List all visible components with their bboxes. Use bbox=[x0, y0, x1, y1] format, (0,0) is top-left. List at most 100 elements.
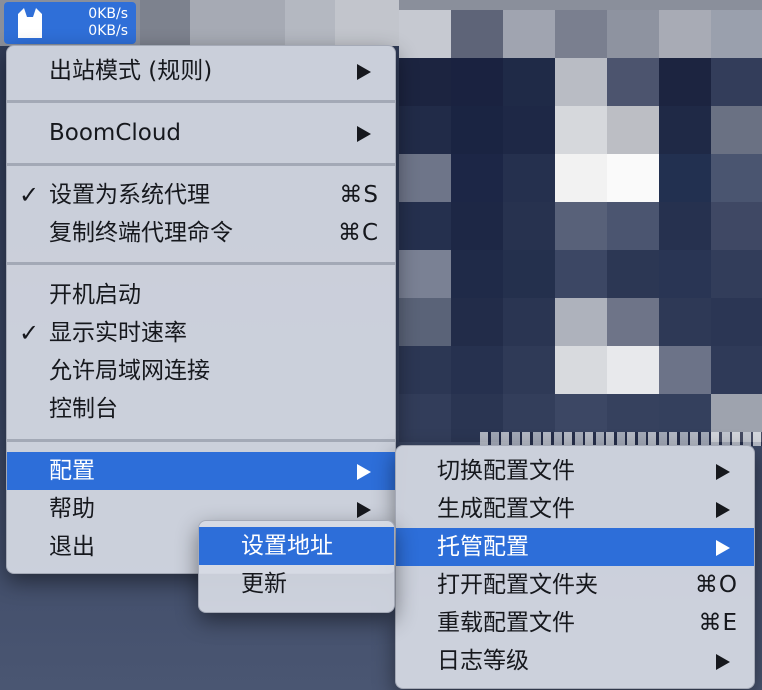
photo-pixel bbox=[503, 250, 555, 298]
menu-item-show-speed[interactable]: ✓ 显示实时速率 bbox=[7, 314, 395, 352]
menu-item-label: 显示实时速率 bbox=[49, 320, 187, 346]
photo-pixel bbox=[659, 250, 711, 298]
menu-item-label: BoomCloud bbox=[49, 120, 182, 146]
photo-pixel bbox=[607, 250, 659, 298]
menu-item-open-config-folder[interactable]: 打开配置文件夹 ⌘O bbox=[396, 566, 754, 604]
menu-separator bbox=[7, 262, 395, 265]
photo-pixel bbox=[659, 58, 711, 106]
menu-item-update[interactable]: 更新 bbox=[199, 565, 394, 603]
photo-pixel bbox=[711, 58, 762, 106]
photo-pixel bbox=[451, 250, 503, 298]
download-speed: 0KB/s bbox=[88, 23, 128, 39]
photo-pixel bbox=[555, 298, 607, 346]
menu-item-reload-config[interactable]: 重载配置文件 ⌘E bbox=[396, 604, 754, 642]
menu-item-set-url[interactable]: 设置地址 bbox=[199, 527, 394, 565]
photo-pixel bbox=[503, 106, 555, 154]
submenu-arrow-icon bbox=[357, 64, 371, 80]
menu-item-label: 设置地址 bbox=[241, 533, 333, 559]
menu-item-label: 日志等级 bbox=[437, 648, 529, 674]
menu-item-config[interactable]: 配置 bbox=[7, 452, 395, 490]
menu-bar-region bbox=[190, 0, 285, 46]
checkmark-icon: ✓ bbox=[19, 319, 40, 347]
photo-pixel bbox=[555, 106, 607, 154]
submenu-arrow-icon bbox=[357, 502, 371, 518]
photo-pixel bbox=[607, 298, 659, 346]
photo-pixel bbox=[659, 106, 711, 154]
photo-pixel bbox=[711, 202, 762, 250]
pixelated-photo bbox=[399, 0, 762, 445]
photo-pixel bbox=[451, 346, 503, 394]
menu-item-log-level[interactable]: 日志等级 bbox=[396, 642, 754, 680]
submenu-arrow-icon bbox=[357, 126, 371, 142]
menu-item-outbound-mode[interactable]: 出站模式 (规则) bbox=[7, 52, 395, 90]
menu-item-launch-at-login[interactable]: 开机启动 bbox=[7, 276, 395, 314]
photo-pixel bbox=[711, 298, 762, 346]
photo-pixel bbox=[711, 346, 762, 394]
submenu-arrow-icon bbox=[716, 654, 730, 670]
photo-pixel bbox=[659, 154, 711, 202]
photo-pixel bbox=[711, 106, 762, 154]
menu-item-generate-config[interactable]: 生成配置文件 bbox=[396, 490, 754, 528]
menu-item-label: 生成配置文件 bbox=[437, 496, 575, 522]
menu-item-label: 配置 bbox=[49, 458, 95, 484]
photo-pixel bbox=[555, 250, 607, 298]
photo-pixel bbox=[607, 154, 659, 202]
menu-bar-region bbox=[140, 0, 190, 46]
config-submenu: 切换配置文件 生成配置文件 托管配置 打开配置文件夹 ⌘O 重载配置文件 ⌘E … bbox=[395, 445, 755, 689]
photo-pixel bbox=[503, 346, 555, 394]
shortcut-label: ⌘S bbox=[339, 182, 379, 208]
photo-pixel bbox=[555, 10, 607, 58]
photo-pixel bbox=[451, 58, 503, 106]
status-bar-item[interactable]: 0KB/s 0KB/s bbox=[4, 2, 136, 44]
photo-pixel bbox=[659, 202, 711, 250]
upload-speed: 0KB/s bbox=[88, 6, 128, 22]
photo-pixel bbox=[503, 58, 555, 106]
photo-pixel bbox=[503, 202, 555, 250]
menu-item-boomcloud[interactable]: BoomCloud bbox=[7, 114, 395, 152]
photo-pixel bbox=[659, 298, 711, 346]
menu-item-label: 切换配置文件 bbox=[437, 458, 575, 484]
checkmark-icon: ✓ bbox=[19, 181, 40, 209]
photo-pixel bbox=[399, 154, 451, 202]
menu-item-label: 更新 bbox=[241, 571, 287, 597]
photo-pixel bbox=[503, 10, 555, 58]
menu-item-allow-lan[interactable]: 允许局域网连接 bbox=[7, 352, 395, 390]
shortcut-label: ⌘O bbox=[694, 572, 738, 598]
menu-item-copy-shell-command[interactable]: 复制终端代理命令 ⌘C bbox=[7, 214, 395, 252]
menu-item-label: 重载配置文件 bbox=[437, 610, 575, 636]
menu-item-label: 出站模式 (规则) bbox=[49, 58, 213, 84]
submenu-arrow-icon bbox=[716, 464, 730, 480]
photo-pixel bbox=[711, 154, 762, 202]
photo-pixel bbox=[451, 10, 503, 58]
menu-item-remote-config[interactable]: 托管配置 bbox=[396, 528, 754, 566]
photo-pixel bbox=[555, 346, 607, 394]
photo-pixel bbox=[451, 298, 503, 346]
menu-item-dashboard[interactable]: 控制台 bbox=[7, 390, 395, 428]
photo-pixel bbox=[607, 58, 659, 106]
submenu-arrow-icon bbox=[357, 464, 371, 480]
photo-pixel bbox=[555, 202, 607, 250]
menu-item-label: 设置为系统代理 bbox=[49, 182, 210, 208]
submenu-arrow-icon bbox=[716, 540, 730, 556]
photo-pixel bbox=[503, 154, 555, 202]
menu-item-switch-config[interactable]: 切换配置文件 bbox=[396, 452, 754, 490]
photo-pixel bbox=[711, 250, 762, 298]
shortcut-label: ⌘E bbox=[698, 610, 738, 636]
submenu-arrow-icon bbox=[716, 502, 730, 518]
photo-pixel bbox=[607, 202, 659, 250]
photo-pixel bbox=[659, 346, 711, 394]
photo-pixel bbox=[399, 298, 451, 346]
photo-pixel bbox=[399, 106, 451, 154]
menu-item-set-system-proxy[interactable]: ✓ 设置为系统代理 ⌘S bbox=[7, 176, 395, 214]
remote-config-submenu: 设置地址 更新 bbox=[198, 520, 395, 613]
photo-pixel bbox=[659, 10, 711, 58]
menu-item-label: 托管配置 bbox=[437, 534, 529, 560]
photo-pixel bbox=[399, 58, 451, 106]
photo-pixel bbox=[503, 298, 555, 346]
photo-pixel bbox=[451, 202, 503, 250]
menu-bar-region bbox=[285, 0, 335, 46]
menu-separator bbox=[7, 163, 395, 166]
photo-pixel bbox=[607, 106, 659, 154]
photo-pixel bbox=[399, 346, 451, 394]
photo-pixel bbox=[399, 10, 451, 58]
